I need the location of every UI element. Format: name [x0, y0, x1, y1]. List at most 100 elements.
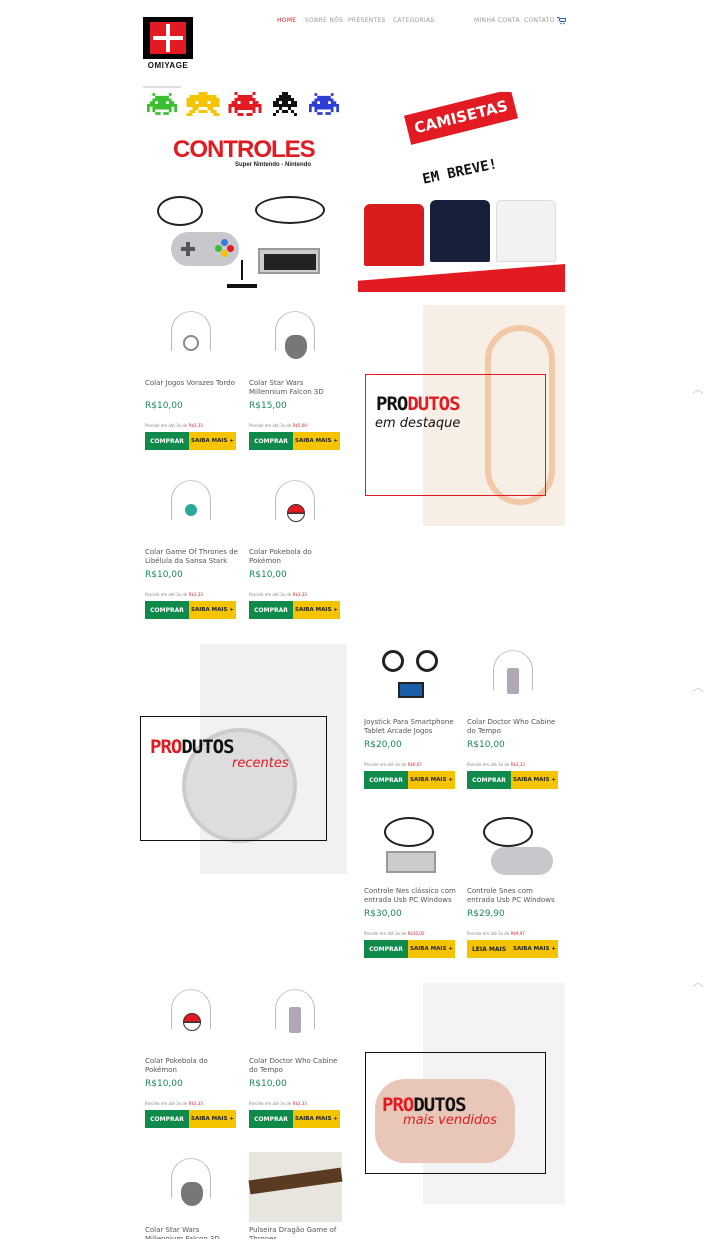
product-card[interactable]: Colar Pokebola do Pokémon R$10,00 Parcel…	[145, 983, 238, 1128]
product-name[interactable]: Colar Star Wars Millennium Falcon 3D	[145, 1226, 238, 1239]
product-name[interactable]: Controle Nes clássico com entrada Usb PC…	[364, 887, 457, 906]
recent-subtitle: recentes	[232, 756, 289, 771]
product-price: R$20,00	[364, 740, 402, 750]
product-name[interactable]: Colar Game Of Thrones de Libélula da San…	[145, 548, 238, 567]
buy-button[interactable]: COMPRAR	[467, 771, 511, 789]
nav-contact[interactable]: CONTATO	[524, 17, 555, 24]
scroll-up-icon[interactable]: ︿	[692, 380, 710, 396]
product-image[interactable]	[248, 1152, 343, 1222]
cable-icon	[157, 196, 203, 226]
more-button[interactable]: SAIBA MAIS +	[408, 940, 455, 958]
shirts-banner[interactable]: CAMISETAS EM BREVE!	[358, 92, 565, 292]
nav-about[interactable]: SOBRE NÓS	[305, 17, 343, 24]
installment-text: Parcele em até 3x de R$6,67	[364, 762, 422, 767]
cart-icon[interactable]	[557, 16, 566, 25]
product-name[interactable]: Colar Doctor Who Cabine do Tempo	[467, 718, 560, 737]
scroll-up-icon[interactable]: ︿	[692, 973, 710, 989]
buy-button[interactable]: COMPRAR	[364, 771, 408, 789]
recent-banner[interactable]: PRODUTOS recentes	[140, 644, 347, 874]
more-button[interactable]: SAIBA MAIS +	[189, 1110, 236, 1128]
installment-text: Parcele em até 3x de R$3,33	[145, 592, 203, 597]
product-image[interactable]	[249, 983, 342, 1053]
product-card[interactable]: Joystick Para Smartphone Tablet Arcade J…	[364, 644, 457, 789]
product-image[interactable]	[364, 644, 457, 714]
product-card[interactable]: Colar Game Of Thrones de Libélula da San…	[145, 474, 238, 619]
product-card[interactable]: Controle Nes clássico com entrada Usb PC…	[364, 813, 457, 958]
decor	[358, 264, 565, 292]
product-card[interactable]: Colar Jogos Vorazes Tordo R$10,00 Parcel…	[145, 305, 238, 450]
product-price: R$10,00	[145, 1079, 183, 1089]
decor	[241, 260, 243, 280]
product-price: R$10,00	[249, 1079, 287, 1089]
buy-button[interactable]: COMPRAR	[249, 432, 293, 450]
space-invader-icon	[228, 92, 262, 116]
read-more-button[interactable]: LEIA MAIS	[467, 940, 511, 958]
buy-button[interactable]: COMPRAR	[364, 940, 408, 958]
nav-account[interactable]: MINHA CONTA	[474, 17, 520, 24]
buy-button[interactable]: COMPRAR	[249, 1110, 293, 1128]
product-name[interactable]: Pulseira Dragão Game of Thrones	[249, 1226, 342, 1239]
more-button[interactable]: SAIBA MAIS +	[293, 601, 340, 619]
more-button[interactable]: SAIBA MAIS +	[511, 771, 558, 789]
tshirt-icon	[496, 200, 556, 262]
product-card[interactable]: Colar Star Wars Millennium Falcon 3D R$1…	[249, 305, 342, 450]
product-name[interactable]: Colar Star Wars Millennium Falcon 3D	[249, 379, 342, 398]
product-card[interactable]: Pulseira Dragão Game of Thrones	[248, 1152, 343, 1239]
buy-button[interactable]: COMPRAR	[145, 601, 189, 619]
product-card[interactable]: Colar Doctor Who Cabine do Tempo R$10,00…	[249, 983, 342, 1128]
product-price: R$10,00	[145, 401, 183, 411]
more-button[interactable]: SAIBA MAIS +	[189, 432, 236, 450]
more-button[interactable]: SAIBA MAIS +	[189, 601, 236, 619]
product-card[interactable]: Controle Snes com entrada Usb PC Windows…	[467, 813, 560, 958]
logo-text: OMIYAGE	[147, 61, 189, 70]
divider	[143, 86, 181, 88]
shirts-coming-soon: EM BREVE!	[421, 156, 499, 188]
product-price: R$10,00	[467, 740, 505, 750]
product-image[interactable]	[145, 305, 238, 375]
product-card[interactable]: Colar Star Wars Millennium Falcon 3D	[145, 1152, 238, 1239]
space-invader-icon	[147, 93, 177, 115]
product-name[interactable]: Colar Pokebola do Pokémon	[145, 1057, 238, 1076]
bestsellers-subtitle: mais vendidos	[403, 1113, 497, 1128]
controls-banner[interactable]: CONTROLES Super Nintendo - Nintendo	[143, 92, 343, 292]
more-button[interactable]: SAIBA MAIS +	[511, 940, 558, 958]
more-button[interactable]: SAIBA MAIS +	[293, 1110, 340, 1128]
nes-controller-icon	[258, 248, 320, 274]
product-name[interactable]: Joystick Para Smartphone Tablet Arcade J…	[364, 718, 457, 737]
buy-button[interactable]: COMPRAR	[145, 432, 189, 450]
product-image[interactable]	[145, 983, 238, 1053]
product-image[interactable]	[249, 305, 342, 375]
installment-text: Parcele em até 3x de R$3,33	[249, 592, 307, 597]
page: OMIYAGE HOME SOBRE NÓS PRESENTES CATEGOR…	[0, 0, 720, 1239]
shirts-title: CAMISETAS	[404, 92, 518, 145]
bestsellers-banner[interactable]: PRODUTOS mais vendidos	[365, 983, 565, 1204]
banner-frame	[140, 716, 327, 841]
product-name[interactable]: Colar Jogos Vorazes Tordo	[145, 379, 238, 398]
product-image[interactable]	[467, 644, 560, 714]
chevron-down-icon: ⌄	[428, 17, 434, 24]
site-logo[interactable]: OMIYAGE	[143, 17, 193, 73]
product-price: R$10,00	[145, 570, 183, 580]
featured-banner[interactable]: PRODUTOS em destaque	[365, 305, 565, 526]
nav-home[interactable]: HOME	[277, 17, 296, 24]
logo-mark	[143, 17, 193, 59]
nav-gifts[interactable]: PRESENTES	[348, 17, 386, 24]
product-name[interactable]: Colar Doctor Who Cabine do Tempo	[249, 1057, 342, 1076]
product-image[interactable]	[145, 1152, 238, 1222]
decor	[227, 284, 257, 288]
product-price: R$10,00	[249, 570, 287, 580]
scroll-up-icon[interactable]: ︿	[692, 678, 710, 694]
product-name[interactable]: Colar Pokebola do Pokémon	[249, 548, 342, 567]
product-card[interactable]: Colar Pokebola do Pokémon R$10,00 Parcel…	[249, 474, 342, 619]
product-name[interactable]: Controle Snes com entrada Usb PC Windows…	[467, 887, 560, 906]
more-button[interactable]: SAIBA MAIS +	[293, 432, 340, 450]
product-image[interactable]	[145, 474, 238, 544]
product-image[interactable]	[364, 813, 457, 883]
more-button[interactable]: SAIBA MAIS +	[408, 771, 455, 789]
buy-button[interactable]: COMPRAR	[145, 1110, 189, 1128]
product-card[interactable]: Colar Doctor Who Cabine do Tempo R$10,00…	[467, 644, 560, 789]
buy-button[interactable]: COMPRAR	[249, 601, 293, 619]
product-image[interactable]	[467, 813, 560, 883]
product-image[interactable]	[249, 474, 342, 544]
space-invader-icon	[186, 92, 220, 116]
